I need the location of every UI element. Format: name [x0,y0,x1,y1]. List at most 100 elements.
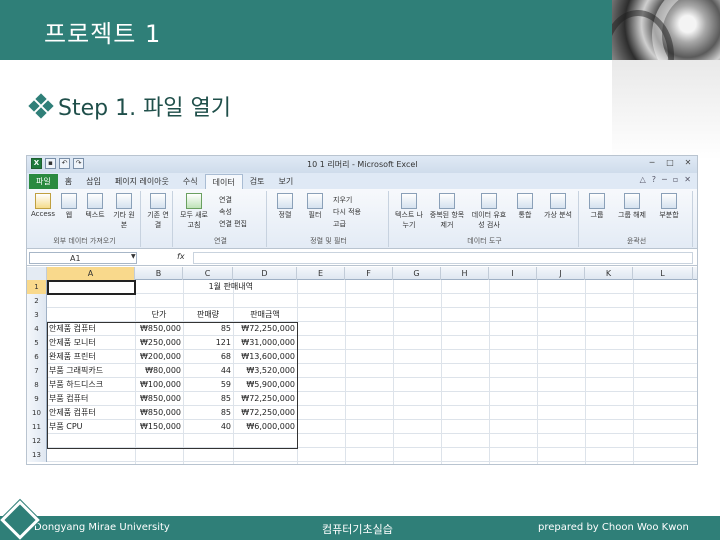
row-header[interactable]: 2 [27,294,47,308]
properties-button[interactable]: 속성 [219,207,232,217]
minimize-icon[interactable]: ─ [645,158,659,169]
fx-icon[interactable]: fx [177,252,185,261]
row-header[interactable]: 4 [27,322,47,336]
access-button[interactable]: Access [31,193,55,218]
save-icon[interactable]: ▪ [45,158,56,169]
existing-connections-button[interactable]: 기존 연결 [145,193,171,230]
cell[interactable] [135,448,183,462]
row-header[interactable]: 10 [27,406,47,420]
help-icon[interactable]: ? [652,175,656,184]
name-box[interactable]: A1 [29,252,137,264]
tab-review[interactable]: 검토 [243,174,272,189]
ribbon-minimize-icon[interactable]: △ [640,175,646,184]
column-header[interactable]: I [489,267,537,280]
row-header[interactable]: 1 [27,280,47,294]
quick-access-toolbar: X ▪ ↶ ↷ [31,158,84,169]
group-button[interactable]: 그룹 [583,193,611,220]
column-header[interactable]: H [441,267,489,280]
slide-title: 프로젝트 1 [44,20,162,48]
close-icon[interactable]: ✕ [681,158,695,169]
tab-formulas[interactable]: 수식 [176,174,205,189]
subtotal-icon [661,193,677,209]
formula-input[interactable] [193,252,693,264]
ribbon-group-outline: 그룹 그룹 해제 부분합 윤곽선 [581,191,693,247]
tab-page-layout[interactable]: 페이지 레이아웃 [108,174,176,189]
doc-minimize-icon[interactable]: ─ [662,175,667,184]
filter-button[interactable]: 필터 [303,193,327,220]
diamond-bullet-icon [28,93,54,119]
tab-file[interactable]: 파일 [29,174,58,189]
column-header[interactable]: D [233,267,297,280]
what-if-button[interactable]: 가상 분석 [541,193,575,220]
ribbon-group-data-tools: 텍스트 나누기 중복된 항목 제거 데이터 유효성 검사 통합 가상 분석 데이… [391,191,579,247]
sort-icon [277,193,293,209]
doc-close-icon[interactable]: ✕ [684,175,691,184]
reapply-button[interactable]: 다시 적용 [333,207,361,217]
active-cell-indicator[interactable] [47,280,136,295]
tab-view[interactable]: 보기 [271,174,300,189]
cell[interactable] [233,448,297,462]
ungroup-button[interactable]: 그룹 해제 [615,193,649,220]
column-header[interactable]: E [297,267,345,280]
excel-app-icon[interactable]: X [31,158,42,169]
column-header[interactable]: K [585,267,633,280]
cell[interactable] [135,294,183,308]
remove-duplicates-icon [439,193,455,209]
tab-data[interactable]: 데이터 [204,174,243,189]
cell[interactable] [47,448,135,462]
redo-icon[interactable]: ↷ [73,158,84,169]
column-header[interactable]: G [393,267,441,280]
chevron-down-icon[interactable]: ▼ [131,253,136,260]
connections-button[interactable]: 연결 [219,195,232,205]
tab-home[interactable]: 홈 [58,174,79,189]
advanced-button[interactable]: 고급 [333,219,346,229]
cell[interactable]: 판매금액 [233,308,297,322]
row-header[interactable]: 11 [27,420,47,434]
maximize-icon[interactable]: □ [663,158,677,169]
consolidate-button[interactable]: 통합 [513,193,537,220]
existing-connections-icon [150,193,166,209]
cell[interactable]: 단가 [135,308,183,322]
slide: 프로젝트 1 Step 1. 파일 열기 X ▪ ↶ ↷ 10 1 리머리 - … [0,0,720,540]
cell[interactable] [183,448,233,462]
row-header[interactable]: 7 [27,364,47,378]
undo-icon[interactable]: ↶ [59,158,70,169]
data-validation-button[interactable]: 데이터 유효성 검사 [469,193,509,230]
cell[interactable] [233,294,297,308]
row-header[interactable]: 6 [27,350,47,364]
doc-restore-icon[interactable]: ▫ [673,175,678,184]
column-header[interactable]: A [47,267,135,280]
text-button[interactable]: 텍스트 [83,193,107,220]
column-header[interactable]: L [633,267,693,280]
row-header[interactable]: 12 [27,434,47,448]
row-header[interactable]: 9 [27,392,47,406]
row-header[interactable]: 8 [27,378,47,392]
row-header[interactable]: 3 [27,308,47,322]
web-button[interactable]: 웹 [59,193,79,220]
cell[interactable] [183,294,233,308]
text-to-columns-button[interactable]: 텍스트 나누기 [393,193,425,230]
refresh-all-button[interactable]: 모두 새로 고침 [177,193,211,230]
select-all-corner[interactable] [27,267,47,280]
column-header[interactable]: J [537,267,585,280]
row-header[interactable]: 5 [27,336,47,350]
row-header[interactable]: 13 [27,448,47,462]
cell[interactable] [47,294,135,308]
edit-links-button[interactable]: 연결 편집 [219,219,247,229]
remove-duplicates-button[interactable]: 중복된 항목 제거 [429,193,465,230]
excel-window: X ▪ ↶ ↷ 10 1 리머리 - Microsoft Excel ─ □ ✕… [26,155,698,465]
clear-button[interactable]: 지우기 [333,195,352,205]
subtotal-button[interactable]: 부분합 [653,193,685,220]
column-header[interactable]: B [135,267,183,280]
sort-button[interactable]: 정렬 [273,193,297,220]
cell[interactable] [233,280,297,294]
cell[interactable] [183,280,233,294]
ribbon-group-external-data: Access 웹 텍스트 기타 원본 외부 데이터 가져오기 [29,191,141,247]
cell[interactable] [47,308,135,322]
cell[interactable]: 판매량 [183,308,233,322]
column-header[interactable]: C [183,267,233,280]
ribbon-group-sort-filter: 정렬 필터 지우기 다시 적용 고급 정렬 및 필터 [269,191,389,247]
column-header[interactable]: F [345,267,393,280]
tab-insert[interactable]: 삽입 [79,174,108,189]
other-sources-button[interactable]: 기타 원본 [111,193,137,230]
